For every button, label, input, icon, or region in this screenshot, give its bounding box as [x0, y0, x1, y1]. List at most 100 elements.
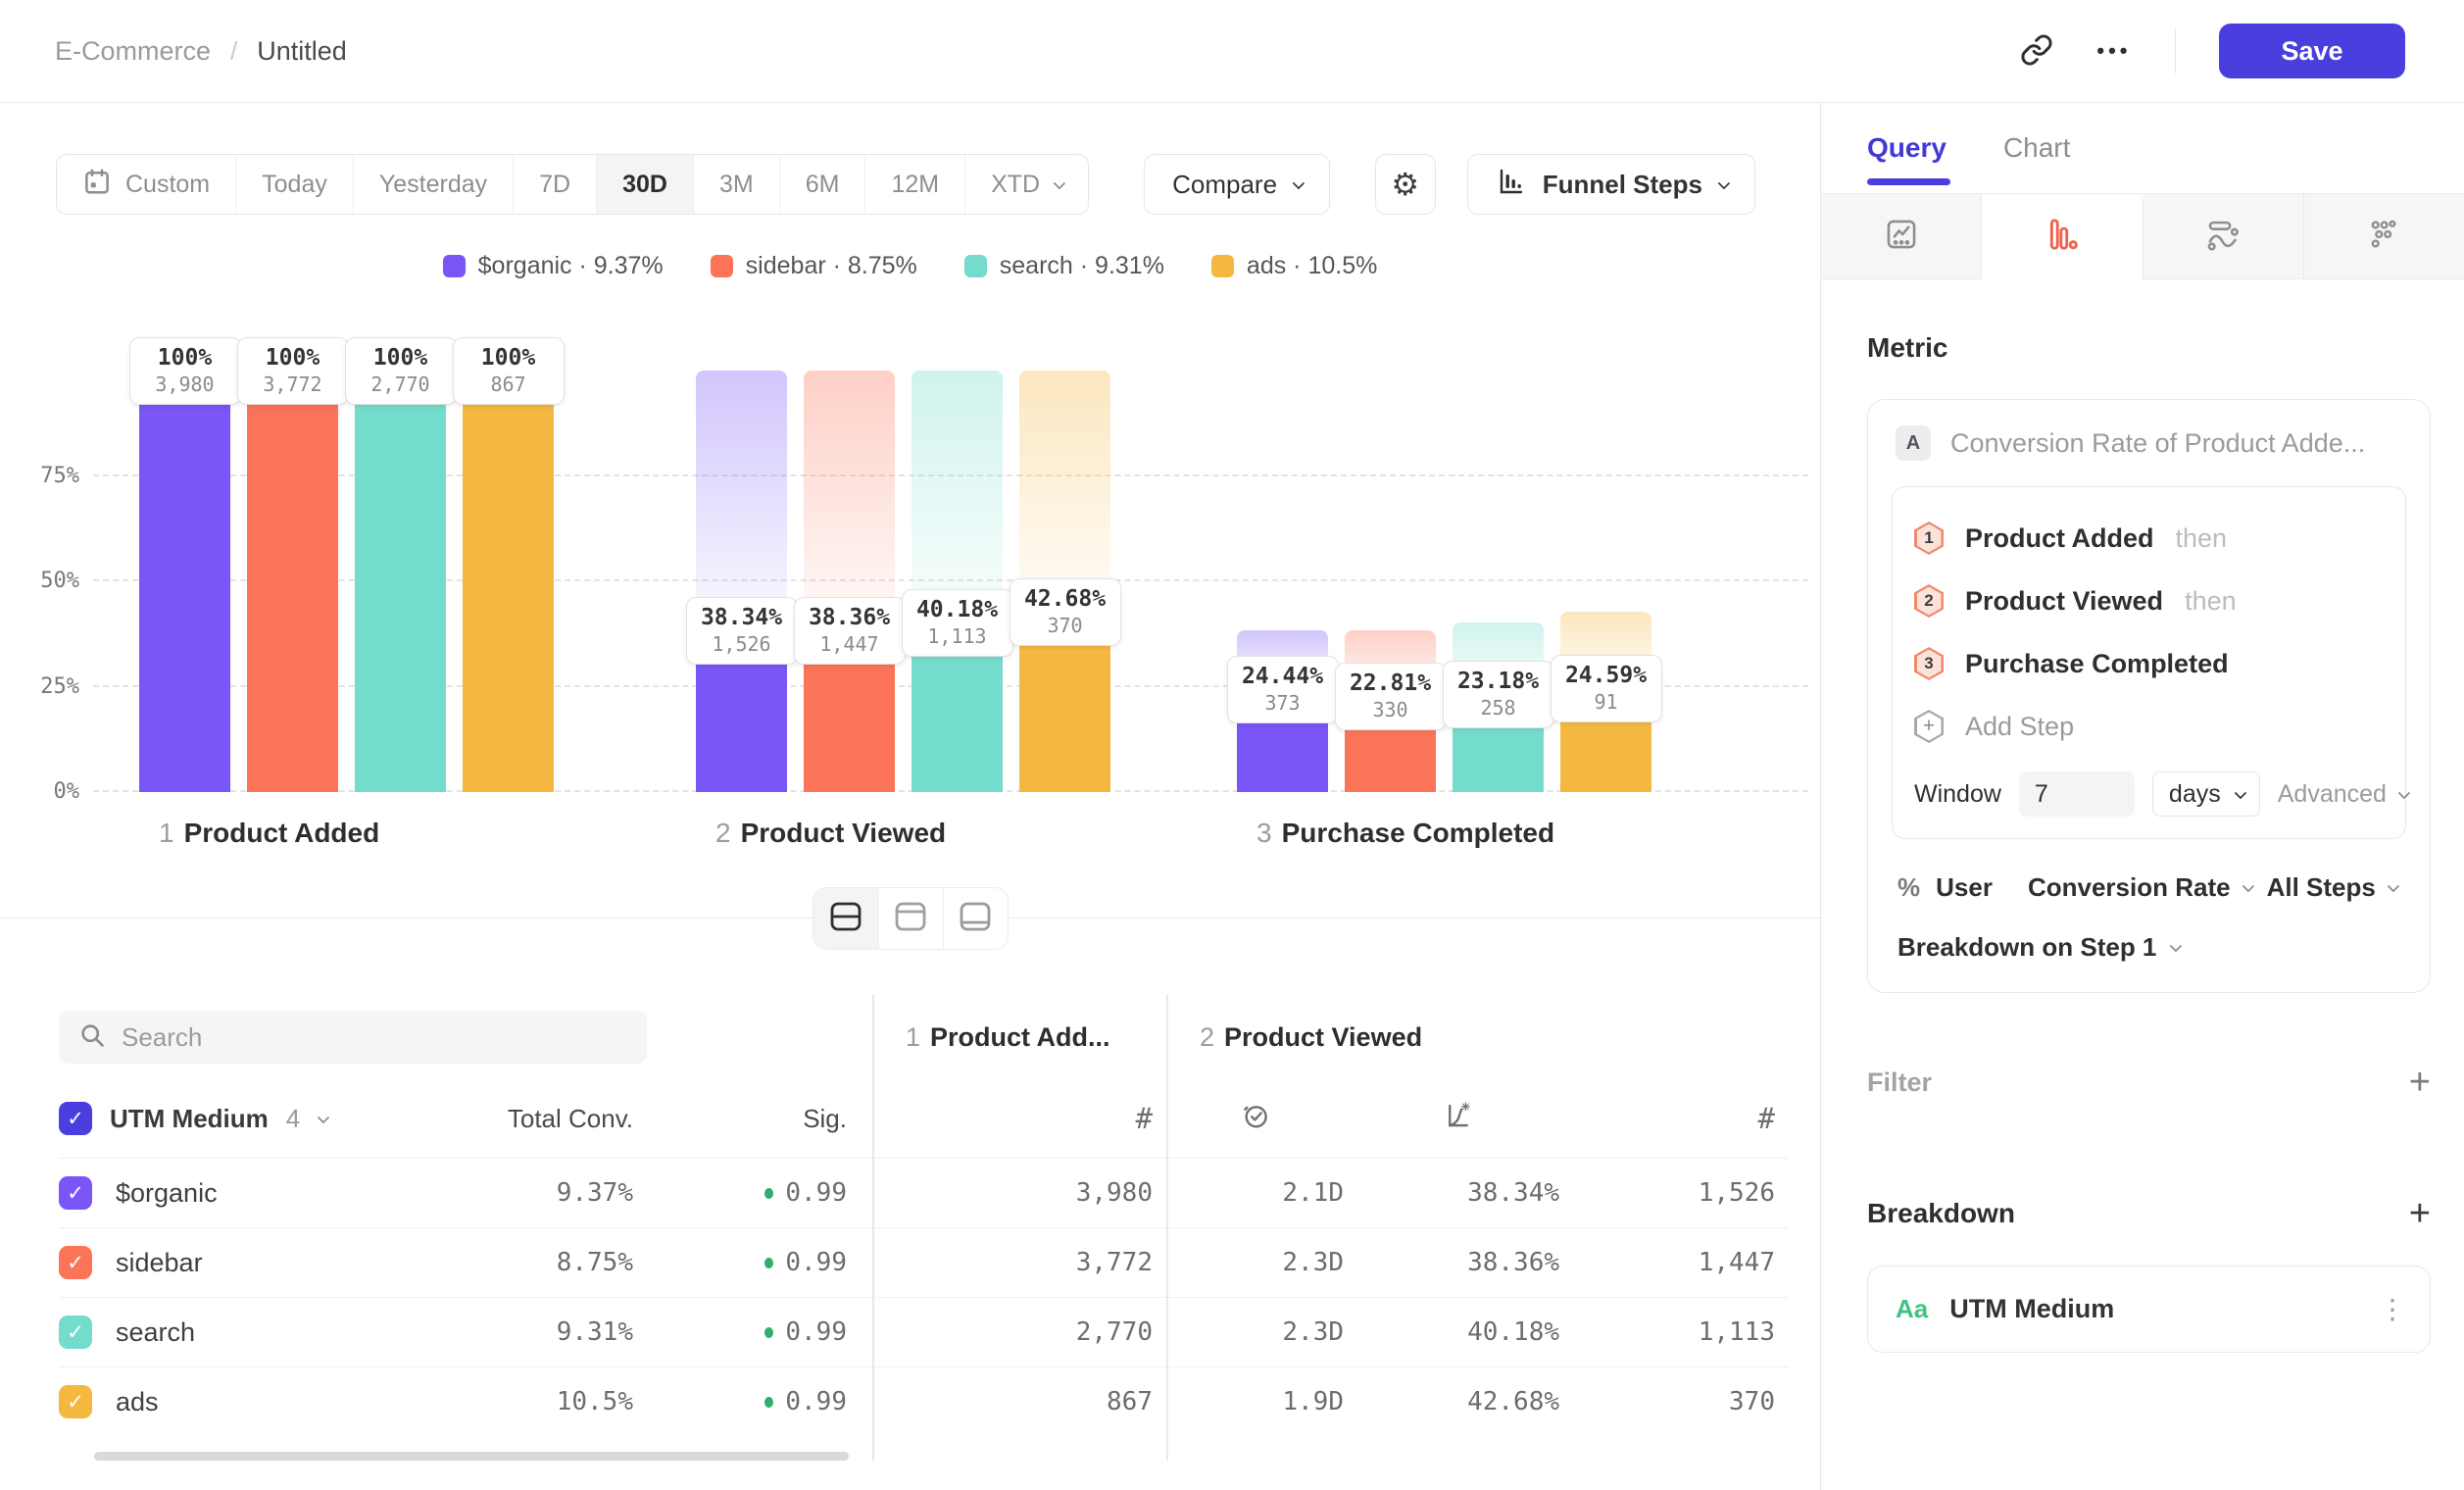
funnel-bar[interactable]	[355, 371, 446, 792]
chart-table-divider	[0, 918, 1820, 919]
legend-item[interactable]: search · 9.31%	[964, 252, 1164, 280]
analysis-tab-funnels-selected[interactable]	[1982, 194, 2143, 279]
funnel-bar[interactable]	[463, 371, 554, 792]
report-main: Custom Today Yesterday 7D 30D 3M 6M 12M …	[0, 103, 1820, 1490]
avg-time-column-header[interactable]	[1166, 1101, 1357, 1137]
pv-rate-value: 40.18%	[1357, 1317, 1573, 1347]
column-group-divider	[1166, 995, 1168, 1461]
pa-count-value: 2,770	[872, 1317, 1166, 1347]
pa-count-value: 3,980	[872, 1178, 1166, 1208]
ellipsis-icon: •••	[2096, 38, 2131, 64]
date-range-3m[interactable]: 3M	[693, 155, 779, 214]
view-toggle-table-only[interactable]	[943, 888, 1008, 949]
total-conv-column-header[interactable]: Total Conv.	[490, 1104, 647, 1134]
table-row[interactable]: ✓ ads 10.5% 0.99 867 1.9D 42.68% 370	[59, 1366, 1789, 1436]
counting-entity[interactable]: User	[1936, 872, 1993, 903]
analysis-tab-flows[interactable]	[2304, 194, 2464, 279]
steps-scope-select[interactable]: All Steps	[2267, 872, 2396, 903]
add-breakdown-button[interactable]: +	[2409, 1195, 2431, 1232]
compare-button[interactable]: Compare	[1144, 154, 1330, 215]
legend-item[interactable]: sidebar · 8.75%	[711, 252, 917, 280]
view-toggle-chart-only[interactable]	[878, 888, 943, 949]
chart-percent-icon: ✳	[1444, 1101, 1473, 1137]
row-checkbox[interactable]: ✓	[59, 1385, 92, 1418]
add-filter-button[interactable]: +	[2409, 1064, 2431, 1101]
legend-item[interactable]: $organic · 9.37%	[443, 252, 664, 280]
calendar-icon	[82, 167, 112, 203]
breakdown-property-item[interactable]: Aa UTM Medium ⋮	[1867, 1266, 2431, 1353]
funnel-ghost-bar[interactable]	[804, 371, 895, 630]
horizontal-scrollbar-thumb[interactable]	[94, 1452, 849, 1461]
breakdown-on-step-select[interactable]: Breakdown on Step 1	[1892, 932, 2406, 963]
date-range-30d-selected[interactable]: 30D	[596, 155, 693, 214]
funnel-ghost-bar[interactable]	[696, 371, 787, 630]
chart-type-selector[interactable]: Funnel Steps	[1467, 154, 1755, 215]
funnel-ghost-bar[interactable]	[912, 371, 1003, 622]
row-checkbox[interactable]: ✓	[59, 1176, 92, 1210]
conversion-rate-column-header[interactable]: ✳	[1357, 1101, 1573, 1137]
total-conv-value: 9.37%	[490, 1178, 647, 1208]
more-menu-button[interactable]: •••	[2096, 38, 2131, 64]
window-value-input[interactable]	[2019, 771, 2135, 817]
count-column-header[interactable]: #	[1573, 1102, 1789, 1135]
dimension-header[interactable]: ✓ UTM Medium 4	[59, 1102, 490, 1135]
date-range-today[interactable]: Today	[235, 155, 353, 214]
topbar-divider	[2175, 28, 2177, 74]
legend-swatch	[443, 255, 466, 277]
search-input[interactable]	[122, 1022, 627, 1053]
breadcrumb-project[interactable]: E-Commerce	[55, 36, 211, 67]
date-range-custom[interactable]: Custom	[57, 155, 235, 214]
legend-swatch	[711, 255, 733, 277]
legend-item[interactable]: ads · 10.5%	[1211, 252, 1377, 280]
window-unit-select[interactable]: days	[2152, 771, 2260, 817]
y-axis-tick-label: 75%	[23, 464, 79, 488]
add-step-button[interactable]: + Add Step	[1914, 695, 2384, 758]
measurement-select[interactable]: Conversion Rate	[2028, 872, 2251, 903]
chart-settings-button[interactable]: ⚙	[1375, 154, 1436, 215]
date-range-xtd[interactable]: XTD	[964, 155, 1088, 214]
metric-series-row[interactable]: A Conversion Rate of Product Adde...	[1892, 425, 2406, 461]
funnel-step-label: 1Product Added	[159, 818, 379, 849]
percent-icon: %	[1897, 872, 1920, 903]
funnel-ghost-bar[interactable]	[1019, 371, 1110, 612]
tab-chart[interactable]: Chart	[2003, 103, 2070, 193]
step-number-badge: 1	[1914, 522, 1944, 555]
row-checkbox[interactable]: ✓	[59, 1246, 92, 1279]
funnel-step-2[interactable]: 2 Product Viewed then	[1914, 570, 2384, 632]
funnel-bar[interactable]	[247, 371, 338, 792]
chevron-down-icon	[1054, 176, 1066, 189]
table-row[interactable]: ✓ sidebar 8.75% 0.99 3,772 2.3D 38.36% 1…	[59, 1227, 1789, 1297]
sig-column-header[interactable]: Sig.	[647, 1104, 872, 1134]
filter-section-header: Filter +	[1867, 1064, 2431, 1101]
date-range-6m[interactable]: 6M	[779, 155, 865, 214]
funnel-bar[interactable]	[139, 371, 230, 792]
analysis-tab-insights[interactable]	[1821, 194, 1982, 279]
legend-swatch	[1211, 255, 1234, 277]
breadcrumb-report-title[interactable]: Untitled	[257, 36, 347, 67]
filter-heading: Filter	[1867, 1068, 1932, 1098]
table-search-box[interactable]	[59, 1011, 647, 1064]
count-column-header[interactable]: #	[872, 1102, 1166, 1135]
funnel-step-1[interactable]: 1 Product Added then	[1914, 507, 2384, 570]
view-toggle-split[interactable]	[813, 888, 878, 949]
bar-value-label: 100%867	[453, 337, 565, 405]
table-row[interactable]: ✓ search 9.31% 0.99 2,770 2.3D 40.18% 1,…	[59, 1297, 1789, 1366]
date-range-12m[interactable]: 12M	[864, 155, 964, 214]
row-checkbox[interactable]: ✓	[59, 1316, 92, 1349]
date-range-yesterday[interactable]: Yesterday	[353, 155, 513, 214]
select-all-checkbox[interactable]: ✓	[59, 1102, 92, 1135]
chevron-down-icon	[2397, 786, 2410, 799]
save-button[interactable]: Save	[2219, 24, 2405, 78]
pv-count-value: 1,526	[1573, 1178, 1789, 1208]
date-range-7d[interactable]: 7D	[513, 155, 596, 214]
share-link-button[interactable]	[2020, 33, 2053, 70]
analysis-tab-retention[interactable]	[2144, 194, 2304, 279]
funnel-step-3[interactable]: 3 Purchase Completed	[1914, 632, 2384, 695]
table-row[interactable]: ✓ $organic 9.37% 0.99 3,980 2.1D 38.34% …	[59, 1158, 1789, 1227]
chart-view-icon	[894, 901, 927, 937]
advanced-toggle[interactable]: Advanced	[2278, 780, 2407, 809]
metric-title: Conversion Rate of Product Adde...	[1950, 428, 2365, 459]
tab-query[interactable]: Query	[1867, 103, 1947, 193]
chevron-down-icon	[2242, 880, 2254, 893]
kebab-menu-icon[interactable]: ⋮	[2379, 1293, 2406, 1325]
